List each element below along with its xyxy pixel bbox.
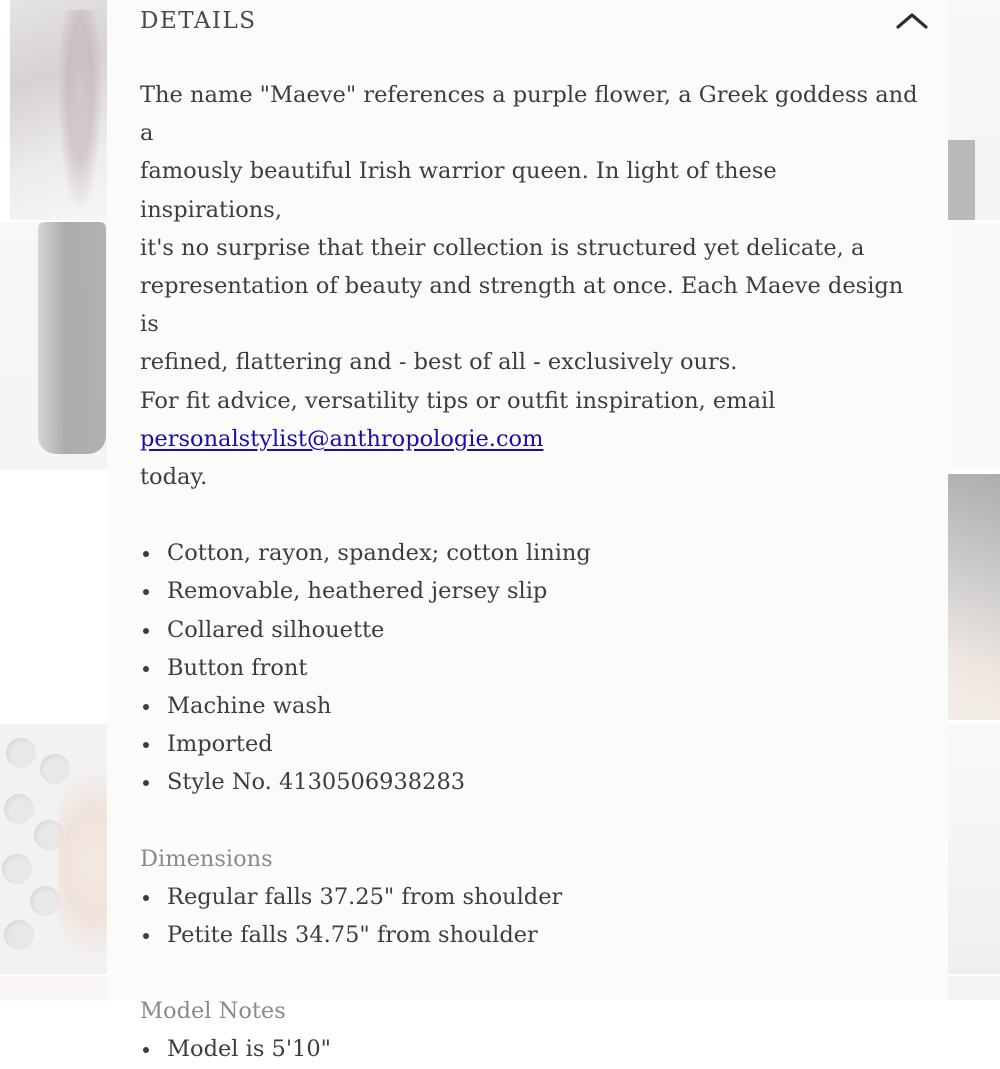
list-item: Imported bbox=[140, 725, 920, 763]
description-line: today. bbox=[140, 464, 208, 491]
description-line: representation of beauty and strength at… bbox=[140, 273, 904, 338]
list-item: Machine wash bbox=[140, 687, 920, 725]
dimensions-list: Regular falls 37.25" from shoulder Petit… bbox=[140, 878, 920, 954]
features-list: Cotton, rayon, spandex; cotton lining Re… bbox=[140, 534, 920, 801]
list-item: Petite falls 34.75" from shoulder bbox=[140, 916, 920, 954]
list-item: Button front bbox=[140, 649, 920, 687]
stylist-email-link[interactable]: personalstylist@anthropologie.com bbox=[140, 426, 543, 452]
collapse-button[interactable] bbox=[894, 6, 930, 36]
list-item: Collared silhouette bbox=[140, 611, 920, 649]
chevron-up-icon bbox=[896, 13, 928, 29]
description-line: The name "Maeve" references a purple flo… bbox=[140, 82, 918, 147]
list-item: Removable, heathered jersey slip bbox=[140, 572, 920, 610]
list-item: Style No. 4130506938283 bbox=[140, 763, 920, 801]
details-title: DETAILS bbox=[140, 8, 257, 34]
dimensions-label: Dimensions bbox=[140, 845, 273, 872]
description-line: it's no surprise that their collection i… bbox=[140, 234, 865, 261]
description-line: famously beautiful Irish warrior queen. … bbox=[140, 158, 777, 223]
description-line: For fit advice, versatility tips or outf… bbox=[140, 387, 776, 414]
list-item: Model is 5'10" bbox=[140, 1030, 920, 1068]
model-notes-label: Model Notes bbox=[140, 998, 286, 1025]
list-item: Cotton, rayon, spandex; cotton lining bbox=[140, 534, 920, 572]
description-line: refined, flattering and - best of all - … bbox=[140, 349, 738, 376]
list-item: Regular falls 37.25" from shoulder bbox=[140, 878, 920, 916]
details-header[interactable]: DETAILS bbox=[140, 0, 930, 44]
email-line: personalstylist@anthropologie.com bbox=[140, 420, 920, 458]
model-notes-list: Model is 5'10" bbox=[140, 1030, 920, 1068]
details-content: The name "Maeve" references a purple flo… bbox=[140, 76, 920, 1069]
details-panel: DETAILS The name "Maeve" references a pu… bbox=[107, 0, 948, 1062]
